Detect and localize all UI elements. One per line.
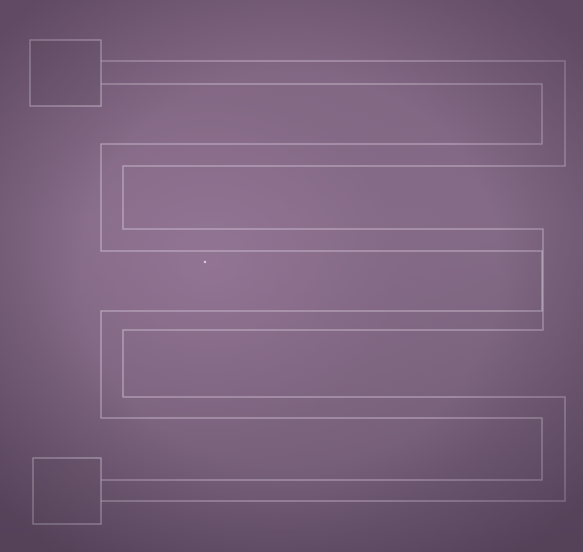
serpentine-outer-edge: [101, 60, 566, 502]
bottom-contact-pad: [32, 457, 102, 525]
photo-scene: [0, 0, 583, 552]
serpentine-pattern: [29, 39, 566, 525]
dust-speck: [203, 260, 207, 264]
top-contact-pad: [29, 39, 102, 107]
serpentine-inner-edge: [100, 83, 543, 481]
